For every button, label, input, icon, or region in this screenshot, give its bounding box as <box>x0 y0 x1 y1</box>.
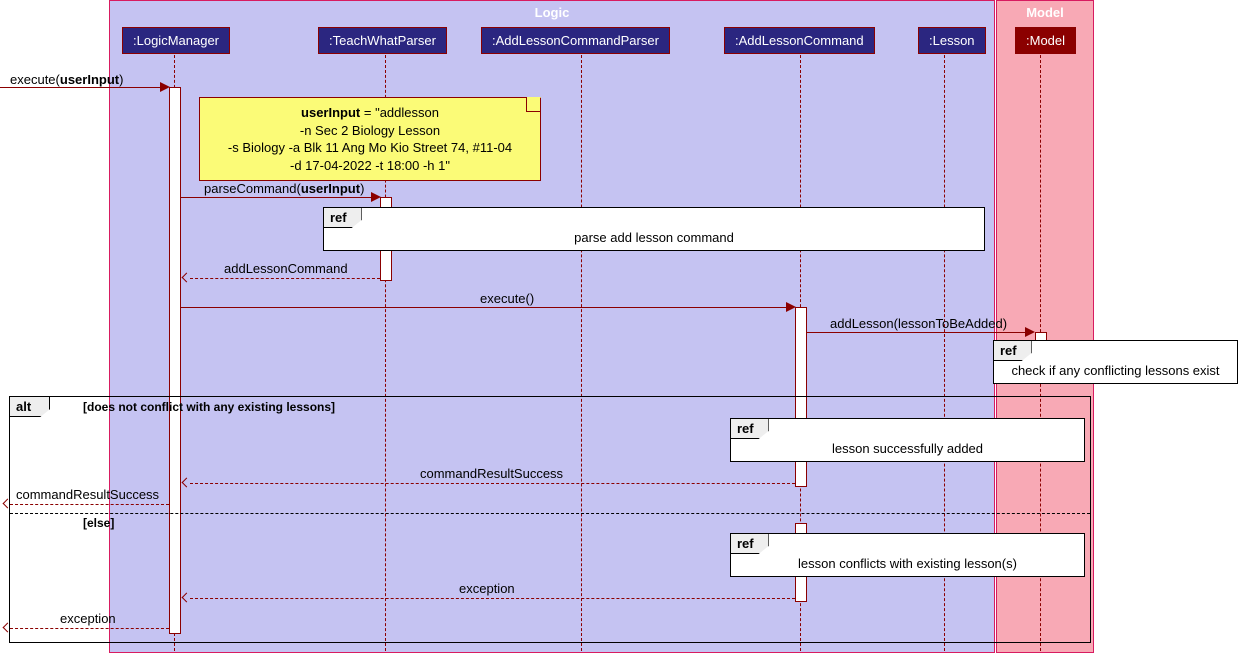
msg-addlesson: addLesson(lessonToBeAdded) <box>830 316 1007 331</box>
participant-model: :Model <box>1015 27 1076 54</box>
arrow-return-1 <box>190 278 380 279</box>
ref-checkconflicting: ref check if any conflicting lessons exi… <box>993 340 1238 384</box>
msg-addlessoncommand-return: addLessonCommand <box>224 261 348 276</box>
note-corner <box>526 97 541 112</box>
msg-execute-userinput: execute(userInput) <box>10 72 123 87</box>
msg-crs-out: commandResultSuccess <box>16 487 159 502</box>
participant-lesson: :Lesson <box>918 27 986 54</box>
ref-conflicts: ref lesson conflicts with existing lesso… <box>730 533 1085 577</box>
alt-guard-if: [does not conflict with any existing les… <box>83 400 335 414</box>
msg-parsecommand: parseCommand(userInput) <box>204 181 364 196</box>
model-title: Model <box>997 1 1093 20</box>
arrowhead-execute-empty <box>786 302 796 312</box>
participant-addlessoncommand: :AddLessonCommand <box>724 27 875 54</box>
arrow-exc-inner <box>190 598 795 599</box>
arrow-parsecommand <box>181 197 371 198</box>
ref-text-1: parse add lesson command <box>324 208 984 251</box>
arrow-execute-in <box>0 87 160 88</box>
participant-teachwhatparser: :TeachWhatParser <box>318 27 447 54</box>
participant-logicmanager: :LogicManager <box>122 27 230 54</box>
alt-tag: alt <box>10 397 50 417</box>
ref-parseaddlesson: ref parse add lesson command <box>323 207 985 251</box>
msg-crs-inner: commandResultSuccess <box>420 466 563 481</box>
alt-divider <box>10 513 1090 514</box>
msg-execute-empty: execute() <box>480 291 534 306</box>
arrow-addlesson <box>807 332 1028 333</box>
arrowhead-execute-in <box>160 82 170 92</box>
note-userinput: userInput = "addlesson -n Sec 2 Biology … <box>199 97 541 181</box>
arrowhead-parsecommand <box>371 192 381 202</box>
participant-addlessoncommandparser: :AddLessonCommandParser <box>481 27 670 54</box>
msg-exc-inner: exception <box>459 581 515 596</box>
arrow-execute-empty <box>181 307 786 308</box>
arrow-crs-out <box>10 504 169 505</box>
ref-text-3: lesson successfully added <box>731 419 1084 462</box>
arrow-crs-inner <box>190 483 795 484</box>
logic-title: Logic <box>110 1 994 20</box>
ref-lessonsadded: ref lesson successfully added <box>730 418 1085 462</box>
alt-guard-else: [else] <box>83 516 114 530</box>
arrow-exc-out <box>10 628 169 629</box>
msg-exc-out: exception <box>60 611 116 626</box>
ref-text-4: lesson conflicts with existing lesson(s) <box>731 534 1084 577</box>
arrowhead-addlesson <box>1025 327 1035 337</box>
